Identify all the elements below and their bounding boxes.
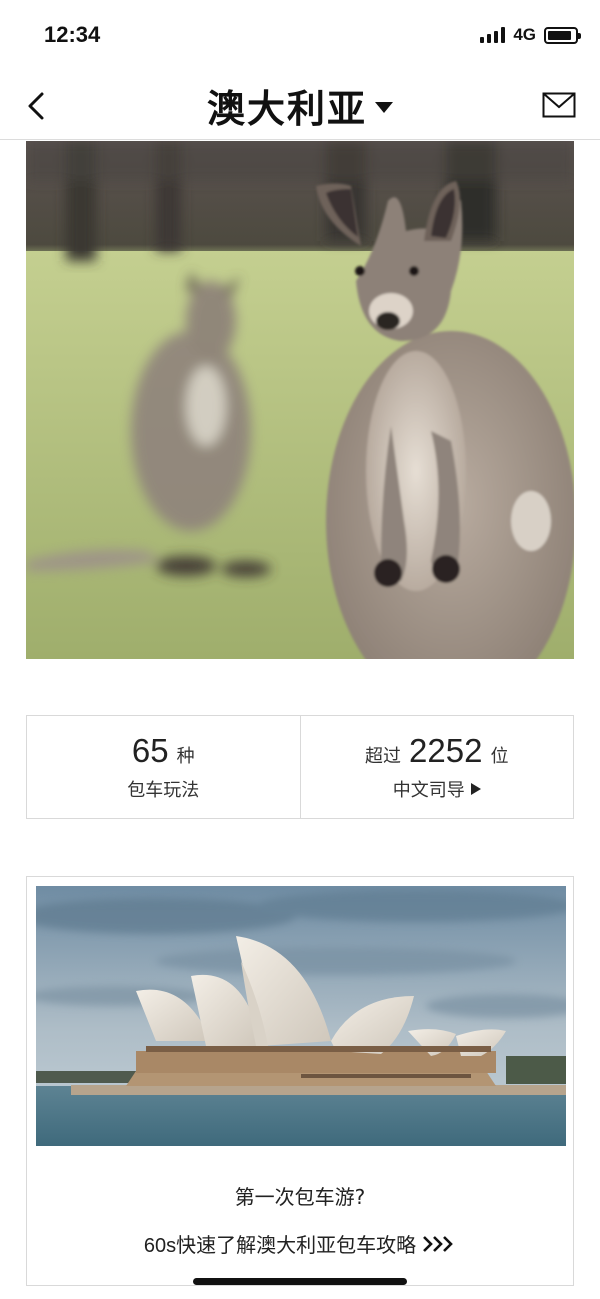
status-bar: 12:34 4G <box>0 0 600 70</box>
status-time: 12:34 <box>44 22 101 47</box>
stat-guides-number: 2252 <box>409 732 483 769</box>
triple-chevron-right-icon <box>423 1235 453 1252</box>
stat-chinese-guides[interactable]: 超过 2252 位 中文司导 <box>299 716 574 818</box>
sydney-opera-house-photo <box>36 886 566 1146</box>
charter-guide-card[interactable]: 第一次包车游? 60s快速了解澳大利亚包车攻略 <box>26 876 574 1286</box>
battery-icon <box>544 26 581 44</box>
caret-down-icon <box>375 102 393 113</box>
hero-kangaroo-image[interactable] <box>26 141 574 659</box>
stat-guides-prefix: 超过 <box>365 746 402 767</box>
stat-guides-label: 中文司导 <box>392 780 465 801</box>
message-button[interactable] <box>542 92 576 118</box>
charter-guide-link[interactable]: 60s快速了解澳大利亚包车攻略 <box>27 1229 573 1258</box>
status-indicators: 4G <box>480 25 581 45</box>
mail-icon <box>542 92 576 118</box>
play-triangle-icon <box>470 783 481 795</box>
card-opera-house-image <box>36 886 566 1146</box>
stat-charter-options: 65 种 包车玩法 <box>27 716 300 818</box>
stat-options-label: 包车玩法 <box>127 780 200 801</box>
card-link-number: 60s <box>143 1235 177 1257</box>
network-type: 4G <box>513 25 536 44</box>
card-link-text: 快速了解澳大利亚包车攻略 <box>176 1233 417 1257</box>
stat-options-unit: 种 <box>176 746 195 767</box>
card-question: 第一次包车游? <box>234 1185 366 1209</box>
destination-selector[interactable]: 澳大利亚 <box>0 80 600 131</box>
stat-guides-unit: 位 <box>490 746 509 767</box>
battery-level <box>548 30 571 40</box>
nav-bar: 澳大利亚 <box>0 70 600 140</box>
page-title: 澳大利亚 <box>206 85 367 131</box>
page: 12:34 4G 澳大利亚 65 种 包车玩法 超过 2252 位 中文司导 第… <box>0 0 600 1299</box>
signal-icon <box>480 27 506 43</box>
stats-panel: 65 种 包车玩法 超过 2252 位 中文司导 <box>26 715 574 819</box>
kangaroo-photo <box>26 141 574 659</box>
stat-options-number: 65 <box>131 732 169 769</box>
home-indicator[interactable] <box>193 1278 407 1285</box>
